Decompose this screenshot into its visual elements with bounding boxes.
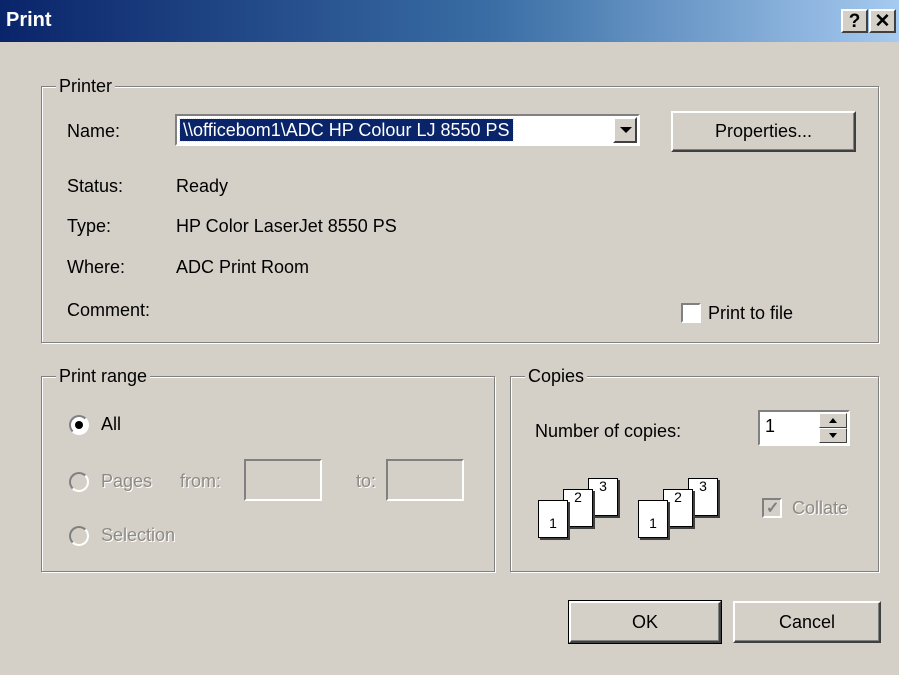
where-label: Where: <box>67 257 126 277</box>
copies-value: 1 <box>765 416 776 436</box>
type-value: HP Color LaserJet 8550 PS <box>176 216 397 236</box>
printer-name-select[interactable]: \\officebom1\ADC HP Colour LJ 8550 PS <box>175 114 640 146</box>
name-label: Name: <box>67 121 121 141</box>
close-icon: ✕ <box>874 10 891 32</box>
page-icon: 1 <box>538 500 568 538</box>
title-bar[interactable]: Print ? ✕ <box>0 0 899 42</box>
collate-label[interactable]: Collate <box>792 497 848 519</box>
help-icon: ? <box>848 10 861 32</box>
printer-name-value: \\officebom1\ADC HP Colour LJ 8550 PS <box>179 118 514 142</box>
cancel-button[interactable]: Cancel <box>733 601 881 643</box>
close-button[interactable]: ✕ <box>869 9 896 33</box>
cancel-button-label: Cancel <box>778 611 836 632</box>
window-title: Print <box>6 9 52 31</box>
printer-group-label: Printer <box>56 76 116 96</box>
help-button[interactable]: ? <box>841 9 868 33</box>
ok-button-label: OK <box>631 611 658 632</box>
range-all-radio[interactable] <box>69 415 89 435</box>
status-label: Status: <box>67 176 124 196</box>
check-icon: ✓ <box>766 500 780 517</box>
range-pages-radio[interactable] <box>69 472 89 492</box>
from-page-input[interactable] <box>244 459 322 501</box>
collate-illustration-1: 3 2 1 <box>538 478 638 548</box>
print-to-file-checkbox[interactable] <box>681 303 701 323</box>
ok-button[interactable]: OK <box>568 600 722 644</box>
page-icon: 1 <box>638 500 668 538</box>
range-selection-label[interactable]: Selection <box>101 524 175 546</box>
collate-illustration-2: 3 2 1 <box>638 478 738 548</box>
copies-group-label: Copies <box>525 366 588 386</box>
status-value: Ready <box>176 176 229 196</box>
stepper-up-icon[interactable] <box>819 413 847 428</box>
copies-stepper[interactable]: 1 <box>758 410 850 446</box>
where-value: ADC Print Room <box>176 257 310 277</box>
to-page-input[interactable] <box>386 459 464 501</box>
collate-checkbox[interactable]: ✓ <box>762 498 782 518</box>
properties-button[interactable]: Properties... <box>671 111 856 152</box>
properties-button-label: Properties... <box>714 121 813 141</box>
radio-selected-dot <box>75 421 83 429</box>
number-of-copies-label: Number of copies: <box>535 421 682 441</box>
range-all-label[interactable]: All <box>101 413 121 435</box>
to-label: to: <box>356 471 377 491</box>
range-selection-radio[interactable] <box>69 526 89 546</box>
range-pages-label[interactable]: Pages <box>101 470 152 492</box>
from-label: from: <box>180 471 222 491</box>
print-range-group-label: Print range <box>56 366 151 386</box>
stepper-down-icon[interactable] <box>819 428 847 443</box>
comment-label: Comment: <box>67 300 151 320</box>
chevron-down-icon[interactable] <box>613 117 637 143</box>
type-label: Type: <box>67 216 112 236</box>
print-to-file-label[interactable]: Print to file <box>708 302 793 324</box>
